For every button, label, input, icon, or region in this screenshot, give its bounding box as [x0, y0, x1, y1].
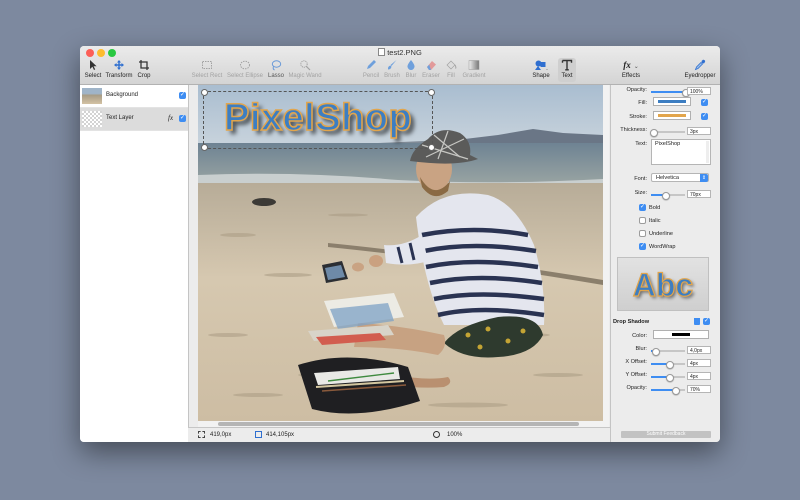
layer-thumbnail	[82, 111, 102, 127]
italic-checkbox[interactable]: Italic	[639, 217, 661, 224]
magnifier-icon[interactable]	[433, 431, 440, 438]
trash-icon[interactable]	[694, 318, 700, 325]
dashed-rect-icon	[202, 61, 212, 69]
selection-size-icon	[198, 431, 205, 438]
shadow-opacity-value[interactable]: 70%	[687, 385, 711, 393]
fx-icon: fx	[623, 60, 631, 70]
magic-wand-icon	[300, 60, 311, 71]
crop-tool[interactable]: Crop	[124, 59, 164, 79]
xoffset-label: X Offset:	[625, 359, 647, 365]
select-rect-tool[interactable]: Select Rect	[187, 59, 227, 79]
shapes-icon	[535, 60, 548, 70]
fill-checkbox[interactable]: ✓	[701, 99, 708, 106]
layer-visibility-checkbox[interactable]: ✓	[179, 115, 186, 122]
size-label: Size:	[634, 190, 647, 196]
lasso-icon	[271, 60, 282, 71]
dropdown-arrows-icon: ⇕	[700, 174, 708, 182]
scrollbar-thumb[interactable]	[218, 422, 579, 426]
submit-feedback-button[interactable]: Submit Feedback	[621, 431, 711, 438]
dashed-ellipse-icon	[240, 60, 250, 70]
chevron-down-icon: ⌄	[633, 64, 639, 70]
stroke-checkbox[interactable]: ✓	[701, 113, 708, 120]
toolbar: test2.PNG Select Transform Crop Select R…	[80, 46, 720, 85]
status-bar: 419,0px 414,105px 100%	[188, 427, 610, 442]
xoffset-slider[interactable]	[651, 360, 685, 369]
wordwrap-checkbox[interactable]: ✓ WordWrap	[639, 243, 676, 250]
text-content-field[interactable]: PixelShop	[651, 139, 711, 165]
opacity-value[interactable]: 100%	[687, 87, 711, 95]
window-title: test2.PNG	[80, 48, 720, 57]
shadow-color-well[interactable]	[653, 330, 709, 339]
layer-thumbnail	[82, 88, 102, 104]
yoffset-label: Y Offset:	[625, 372, 647, 378]
layer-row-background[interactable]: Background ✓	[80, 85, 188, 108]
drop-shadow-checkbox[interactable]: ✓	[703, 318, 710, 325]
text-field-scrollbar[interactable]	[706, 141, 709, 163]
cursor-position-readout: 414,105px	[266, 432, 295, 438]
crop-icon	[139, 60, 149, 70]
opacity-slider[interactable]	[651, 88, 690, 97]
font-label: Font:	[634, 176, 647, 182]
selection-handle[interactable]	[428, 89, 435, 96]
opacity-label: Opacity:	[626, 87, 647, 93]
underline-checkbox[interactable]: Underline	[639, 230, 673, 237]
yoffset-slider[interactable]	[651, 373, 685, 382]
shadow-color-label: Color:	[632, 333, 647, 339]
document-icon	[378, 48, 386, 56]
blur-value[interactable]: 4,0px	[687, 346, 711, 354]
cursor-position-icon	[255, 431, 262, 438]
eyedropper-tool[interactable]: Eyedropper	[680, 59, 720, 79]
fill-color-well[interactable]	[653, 97, 691, 106]
selection-handle[interactable]	[201, 89, 208, 96]
zoom-readout: 100%	[447, 432, 463, 438]
gradient-tool[interactable]: Gradient	[454, 59, 494, 79]
thickness-slider[interactable]	[649, 128, 685, 137]
magic-wand-tool[interactable]: Magic Wand	[285, 59, 325, 79]
selection-handle[interactable]	[428, 144, 435, 151]
text-t-icon	[561, 59, 573, 71]
arrow-cursor-icon	[90, 60, 97, 70]
properties-panel: Opacity: 100% Fill: ✓ Stroke: ✓ Thicknes…	[610, 85, 720, 442]
fill-label: Fill:	[638, 100, 647, 106]
drop-shadow-heading: Drop Shadow	[613, 319, 650, 325]
size-slider[interactable]	[651, 191, 685, 200]
selection-handle[interactable]	[201, 144, 208, 151]
stroke-label: Stroke:	[629, 114, 647, 120]
layers-panel: Background ✓ Text Layer fx ✓	[80, 85, 189, 442]
blur-slider[interactable]	[651, 347, 685, 356]
gradient-icon	[468, 60, 480, 70]
canvas[interactable]: PixelShop	[198, 85, 603, 421]
eyedropper-icon	[694, 59, 706, 71]
fx-icon: fx	[168, 114, 174, 122]
shape-tool[interactable]: Shape	[521, 59, 561, 79]
layer-row-text[interactable]: Text Layer fx ✓	[80, 108, 188, 131]
effects-tool[interactable]: fx ⌄ Effects	[611, 59, 651, 79]
selection-size-readout: 419,0px	[210, 432, 232, 438]
layer-name: Background	[106, 92, 139, 98]
thickness-value[interactable]: 3px	[687, 127, 711, 135]
vertical-scrollbar[interactable]	[603, 85, 609, 427]
thickness-label: Thickness:	[620, 127, 647, 133]
layer-visibility-checkbox[interactable]: ✓	[179, 92, 186, 99]
text-style-preview: Abc	[617, 257, 709, 311]
yoffset-value[interactable]: 4px	[687, 372, 711, 380]
app-window: test2.PNG Select Transform Crop Select R…	[80, 46, 720, 442]
bold-checkbox[interactable]: ✓ Bold	[639, 204, 660, 211]
stroke-color-well[interactable]	[653, 111, 691, 120]
font-select[interactable]: Helvetica ⇕	[651, 173, 709, 182]
shadow-opacity-slider[interactable]	[651, 386, 685, 395]
text-label: Text:	[635, 141, 647, 147]
xoffset-value[interactable]: 4px	[687, 359, 711, 367]
size-value[interactable]: 70px	[687, 190, 711, 198]
canvas-text[interactable]: PixelShop	[223, 96, 412, 140]
layer-name: Text Layer	[106, 115, 134, 121]
blur-label: Blur:	[635, 346, 647, 352]
text-tool[interactable]: Text	[558, 58, 576, 82]
shadow-opacity-label: Opacity:	[626, 385, 647, 391]
